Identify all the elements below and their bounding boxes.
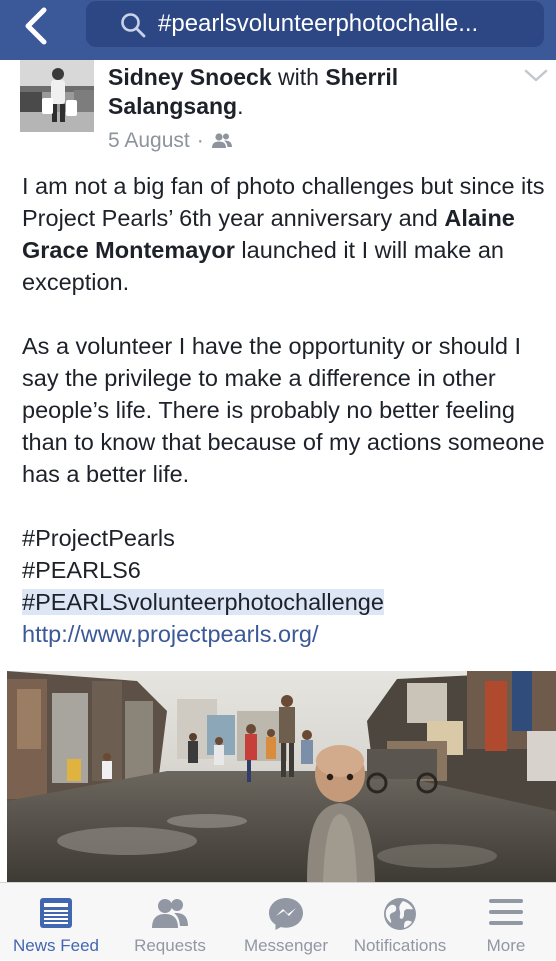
search-icon [121, 13, 146, 38]
post-paragraph-2: As a volunteer I have the opportunity or… [22, 333, 545, 487]
hashtag-link[interactable]: #PEARLSvolunteerphotochallenge [22, 586, 552, 618]
post-meta: 5 August · [108, 129, 233, 153]
tab-bar: News Feed Requests Messenger Notificatio… [0, 882, 556, 960]
tab-more[interactable]: More [456, 883, 556, 961]
hashtag-link[interactable]: #PEARLS6 [22, 554, 552, 586]
tab-label: Requests [134, 936, 206, 955]
friend-requests-icon [152, 899, 188, 928]
separator-dot: · [196, 129, 204, 152]
hashtag-text: #PEARLS6 [22, 557, 141, 583]
tab-messenger[interactable]: Messenger [228, 883, 344, 961]
navigation-bar: #pearlsvolunteerphotochalle... [0, 0, 556, 60]
external-link[interactable]: http://www.projectpearls.org/ [22, 618, 552, 650]
tab-news-feed[interactable]: News Feed [0, 883, 112, 961]
globe-icon [384, 898, 416, 930]
tagged-suffix: . [237, 93, 244, 119]
tab-label: News Feed [13, 936, 99, 955]
menu-icon [489, 899, 523, 925]
tab-label: Messenger [243, 936, 329, 955]
post-paragraph-1: I am not a big fan of photo challenges b… [22, 170, 552, 298]
link-text: http://www.projectpearls.org/ [22, 621, 319, 647]
post-author-line: Sidney Snoeck with Sherril Salangsang. [108, 63, 508, 121]
messenger-icon [269, 898, 303, 930]
hashtag-text: #ProjectPearls [22, 525, 175, 551]
tab-requests[interactable]: Requests [112, 883, 228, 961]
with-text: with [278, 64, 319, 90]
hashtag-link[interactable]: #ProjectPearls [22, 522, 552, 554]
search-query: #pearlsvolunteerphotochalle... [158, 10, 479, 37]
friends-icon [211, 133, 232, 148]
tab-label: Notifications [353, 936, 447, 955]
avatar[interactable] [20, 60, 94, 132]
search-input[interactable]: #pearlsvolunteerphotochalle... [86, 1, 544, 47]
post-header: Sidney Snoeck with Sherril Salangsang. 5… [0, 60, 556, 160]
post-options-chevron-icon[interactable] [524, 68, 548, 84]
hashtag-text-highlighted: #PEARLSvolunteerphotochallenge [22, 589, 384, 615]
post-text: I am not a big fan of photo challenges b… [22, 170, 552, 650]
news-feed-icon [40, 898, 72, 928]
street-photo [7, 671, 556, 882]
back-button[interactable] [14, 6, 58, 46]
tab-label: More [486, 936, 526, 955]
author-name[interactable]: Sidney Snoeck [108, 64, 272, 90]
back-chevron-icon [25, 7, 47, 45]
avatar-photo [20, 60, 94, 132]
post-photo[interactable] [7, 671, 556, 882]
tab-notifications[interactable]: Notifications [344, 883, 456, 961]
post-date[interactable]: 5 August [108, 129, 190, 153]
